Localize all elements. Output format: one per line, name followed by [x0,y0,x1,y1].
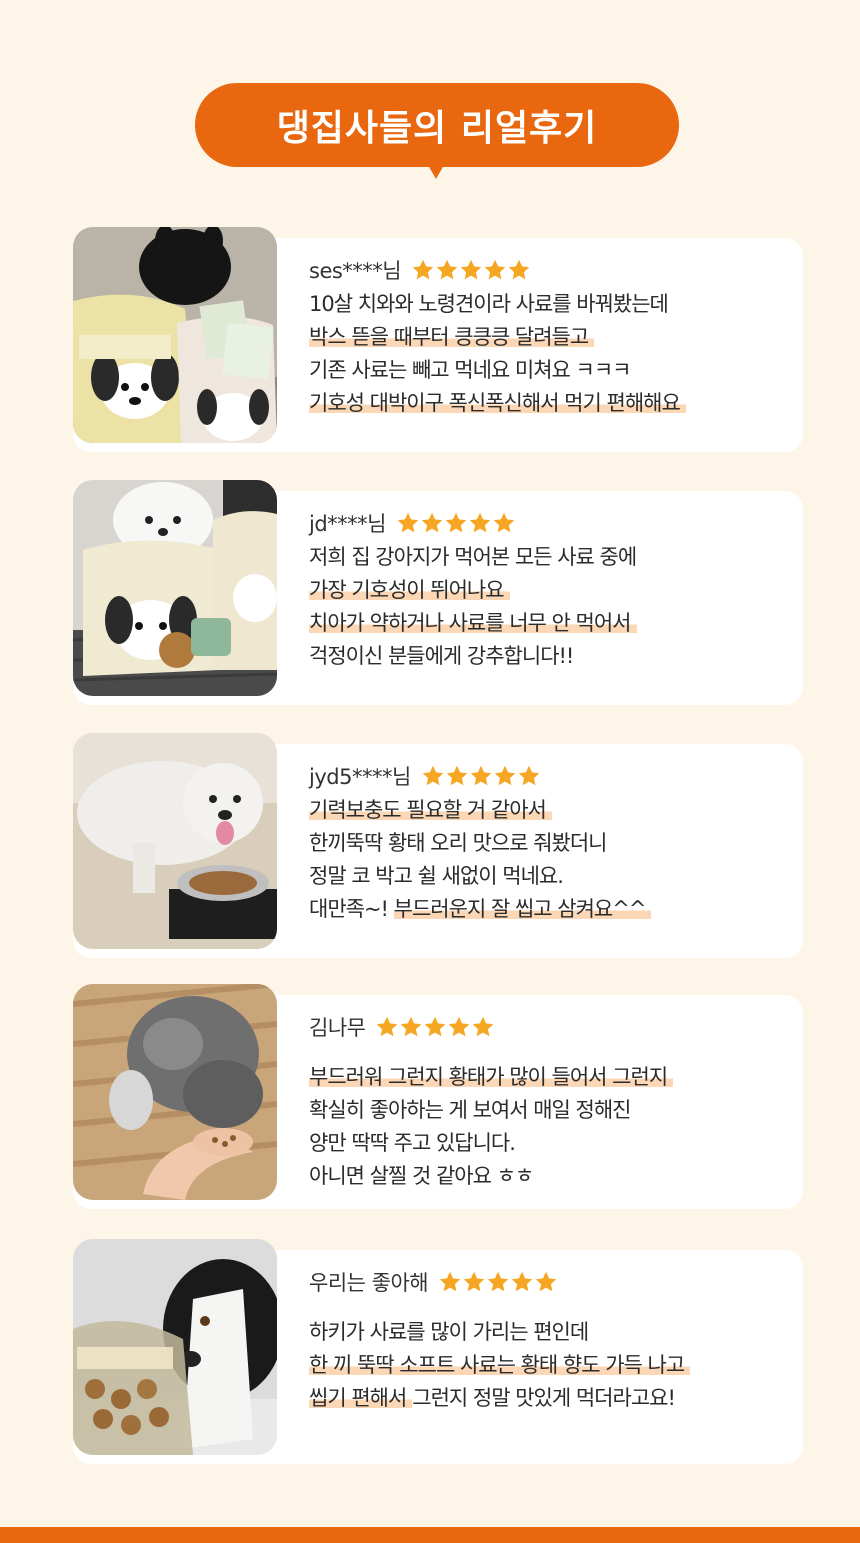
review-line: 확실히 좋아하는 게 보여서 매일 정해진 [309,1098,632,1122]
review-line-text: 그런지 정말 맛있게 먹더라고요! [412,1386,676,1410]
review-line: 아니면 살찔 것 같아요 ㅎㅎ [309,1164,534,1188]
star-icon [412,259,434,280]
highlighted-text: 씹기 편해서 [309,1386,413,1410]
review-text: 부드러워 그런지 황태가 많이 들어서 그런지 확실히 좋아하는 게 보여서 매… [309,1061,793,1193]
star-icon [470,765,492,786]
review-line: 부드러워 그런지 황태가 많이 들어서 그런지 [309,1061,793,1094]
star-icon [377,1016,398,1037]
highlighted-text: 기력보충도 필요할 거 같아서 [309,798,552,822]
review-line: 저희 집 강아지가 먹어본 모든 사료 중에 [309,545,637,569]
star-rating [396,511,516,535]
star-icon [463,1271,485,1292]
review-text: 하키가 사료를 많이 가리는 편인데 한 끼 뚝딱 소프트 사료는 황태 향도 … [309,1316,793,1415]
review-meta: ses****님 [309,255,793,285]
star-icon [487,1271,509,1292]
star-icon [493,512,515,533]
star-icon [473,1016,494,1037]
star-rating [421,764,541,788]
review-meta: jd****님 [309,508,793,538]
section-title-pill: 댕집사들의 리얼후기 [195,83,679,167]
review-photo-4 [73,984,277,1200]
review-content: ses****님 10살 치와와 노령견이라 사료를 바꿔봤는데 박스 뜯을 때… [309,255,793,420]
star-icon [421,512,443,533]
star-icon [449,1016,470,1037]
highlighted-text: 부드러운지 잘 씹고 삼켜요^^ [393,897,652,921]
star-icon [469,512,491,533]
review-line: 정말 코 박고 쉴 새없이 먹네요. [309,864,564,888]
star-icon [511,1271,533,1292]
star-icon [425,1016,446,1037]
review-photo-1 [73,227,277,443]
highlighted-text: 기호성 대박이구 폭신폭신해서 먹기 편해해요 [309,391,686,415]
star-icon [422,765,444,786]
review-text: 기력보충도 필요할 거 같아서 한끼뚝딱 황태 오리 맛으로 줘봤더니 정말 코… [309,794,793,926]
title-pointer [428,165,444,179]
star-icon [446,765,468,786]
review-line: 양만 딱딱 주고 있답니다. [309,1131,516,1155]
star-icon [508,259,530,280]
review-line: 기존 사료는 빼고 먹네요 미쳐요 ㅋㅋㅋ [309,358,632,382]
star-icon [397,512,419,533]
review-line: 10살 치와와 노령견이라 사료를 바꿔봤는데 [309,292,669,316]
highlighted-text: 가장 기호성이 뛰어나요 [309,578,510,602]
review-line-text: 대만족~! [309,897,389,921]
review-card-3: jyd5****님 기력보충도 필요할 거 같아서 한끼뚝딱 황태 오리 맛으로… [73,733,803,958]
review-text: 저희 집 강아지가 먹어본 모든 사료 중에 가장 기호성이 뛰어나요 치아가 … [309,541,793,673]
review-line: 치아가 약하거나 사료를 너무 안 먹어서 [309,607,793,640]
star-icon [445,512,467,533]
review-photo-3 [73,733,277,949]
star-icon [518,765,540,786]
section-title: 댕집사들의 리얼후기 [276,108,598,149]
review-photo-2 [73,480,277,696]
reviewer-name: 우리는 좋아해 [309,1271,429,1295]
review-line: 박스 뜯을 때부터 킁킁킁 달려들고 [309,321,793,354]
review-line: 가장 기호성이 뛰어나요 [309,574,793,607]
highlighted-text: 한 끼 뚝딱 소프트 사료는 황태 향도 가득 나고 [309,1353,691,1377]
review-meta: jyd5****님 [309,761,793,791]
review-content: jd****님 저희 집 강아지가 먹어본 모든 사료 중에 가장 기호성이 뛰… [309,508,793,673]
star-icon [401,1016,422,1037]
review-meta: 우리는 좋아해 [309,1267,793,1297]
highlighted-text: 치아가 약하거나 사료를 너무 안 먹어서 [309,611,637,635]
review-line: 한 끼 뚝딱 소프트 사료는 황태 향도 가득 나고 [309,1349,793,1382]
highlighted-text: 부드러워 그런지 황태가 많이 들어서 그런지 [309,1065,674,1089]
star-rating [411,258,531,282]
reviewer-name: 김나무 [309,1016,366,1040]
reviewer-name: jd****님 [309,512,387,536]
star-icon [460,259,482,280]
review-text: 10살 치와와 노령견이라 사료를 바꿔봤는데 박스 뜯을 때부터 킁킁킁 달려… [309,288,793,420]
review-card-1: ses****님 10살 치와와 노령견이라 사료를 바꿔봤는데 박스 뜯을 때… [73,227,803,452]
reviewer-name: ses****님 [309,259,402,283]
review-line: 걱정이신 분들에게 강추합니다!! [309,644,574,668]
star-icon [436,259,458,280]
footer-accent-bar [0,1527,860,1543]
review-line: 하키가 사료를 많이 가리는 편인데 [309,1320,589,1344]
review-meta: 김나무 [309,1012,793,1042]
reviewer-name: jyd5****님 [309,765,411,789]
review-card-4: 김나무 부드러워 그런지 황태가 많이 들어서 그런지 확실히 좋아하는 게 보… [73,984,803,1209]
star-icon [439,1271,461,1292]
review-line: 기력보충도 필요할 거 같아서 [309,794,793,827]
review-line: 한끼뚝딱 황태 오리 맛으로 줘봤더니 [309,831,608,855]
review-content: 우리는 좋아해 하키가 사료를 많이 가리는 편인데 한 끼 뚝딱 소프트 사료… [309,1267,793,1415]
highlighted-text: 박스 뜯을 때부터 킁킁킁 달려들고 [309,325,595,349]
review-line: 씹기 편해서 그런지 정말 맛있게 먹더라고요! [309,1382,793,1415]
review-photo-5 [73,1239,277,1455]
star-icon [484,259,506,280]
star-icon [535,1271,557,1292]
review-card-2: jd****님 저희 집 강아지가 먹어본 모든 사료 중에 가장 기호성이 뛰… [73,480,803,705]
review-line: 기호성 대박이구 폭신폭신해서 먹기 편해해요 [309,387,793,420]
review-content: 김나무 부드러워 그런지 황태가 많이 들어서 그런지 확실히 좋아하는 게 보… [309,1012,793,1193]
star-rating [375,1015,495,1039]
review-card-5: 우리는 좋아해 하키가 사료를 많이 가리는 편인데 한 끼 뚝딱 소프트 사료… [73,1239,803,1464]
star-rating [438,1270,558,1294]
review-line: 대만족~! 부드러운지 잘 씹고 삼켜요^^ [309,893,793,926]
star-icon [494,765,516,786]
review-content: jyd5****님 기력보충도 필요할 거 같아서 한끼뚝딱 황태 오리 맛으로… [309,761,793,926]
